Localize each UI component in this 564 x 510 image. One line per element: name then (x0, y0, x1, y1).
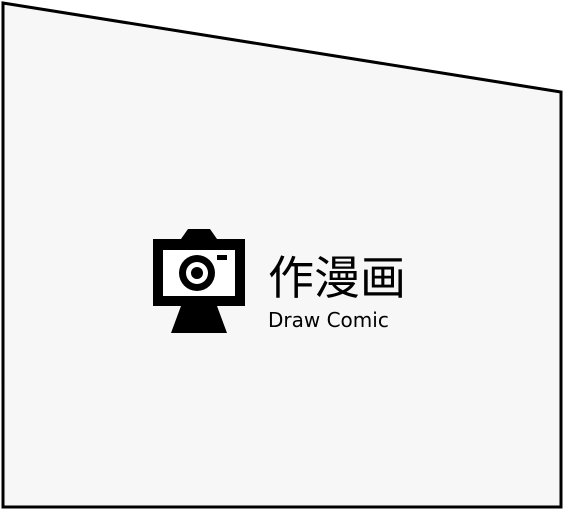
app-title-english: Draw Comic (268, 308, 389, 332)
camera-icon (153, 229, 245, 333)
logo-text: 作漫画 Draw Comic (268, 229, 406, 332)
app-logo: 作漫画 Draw Comic (153, 229, 406, 333)
app-title-chinese: 作漫画 (268, 251, 406, 305)
